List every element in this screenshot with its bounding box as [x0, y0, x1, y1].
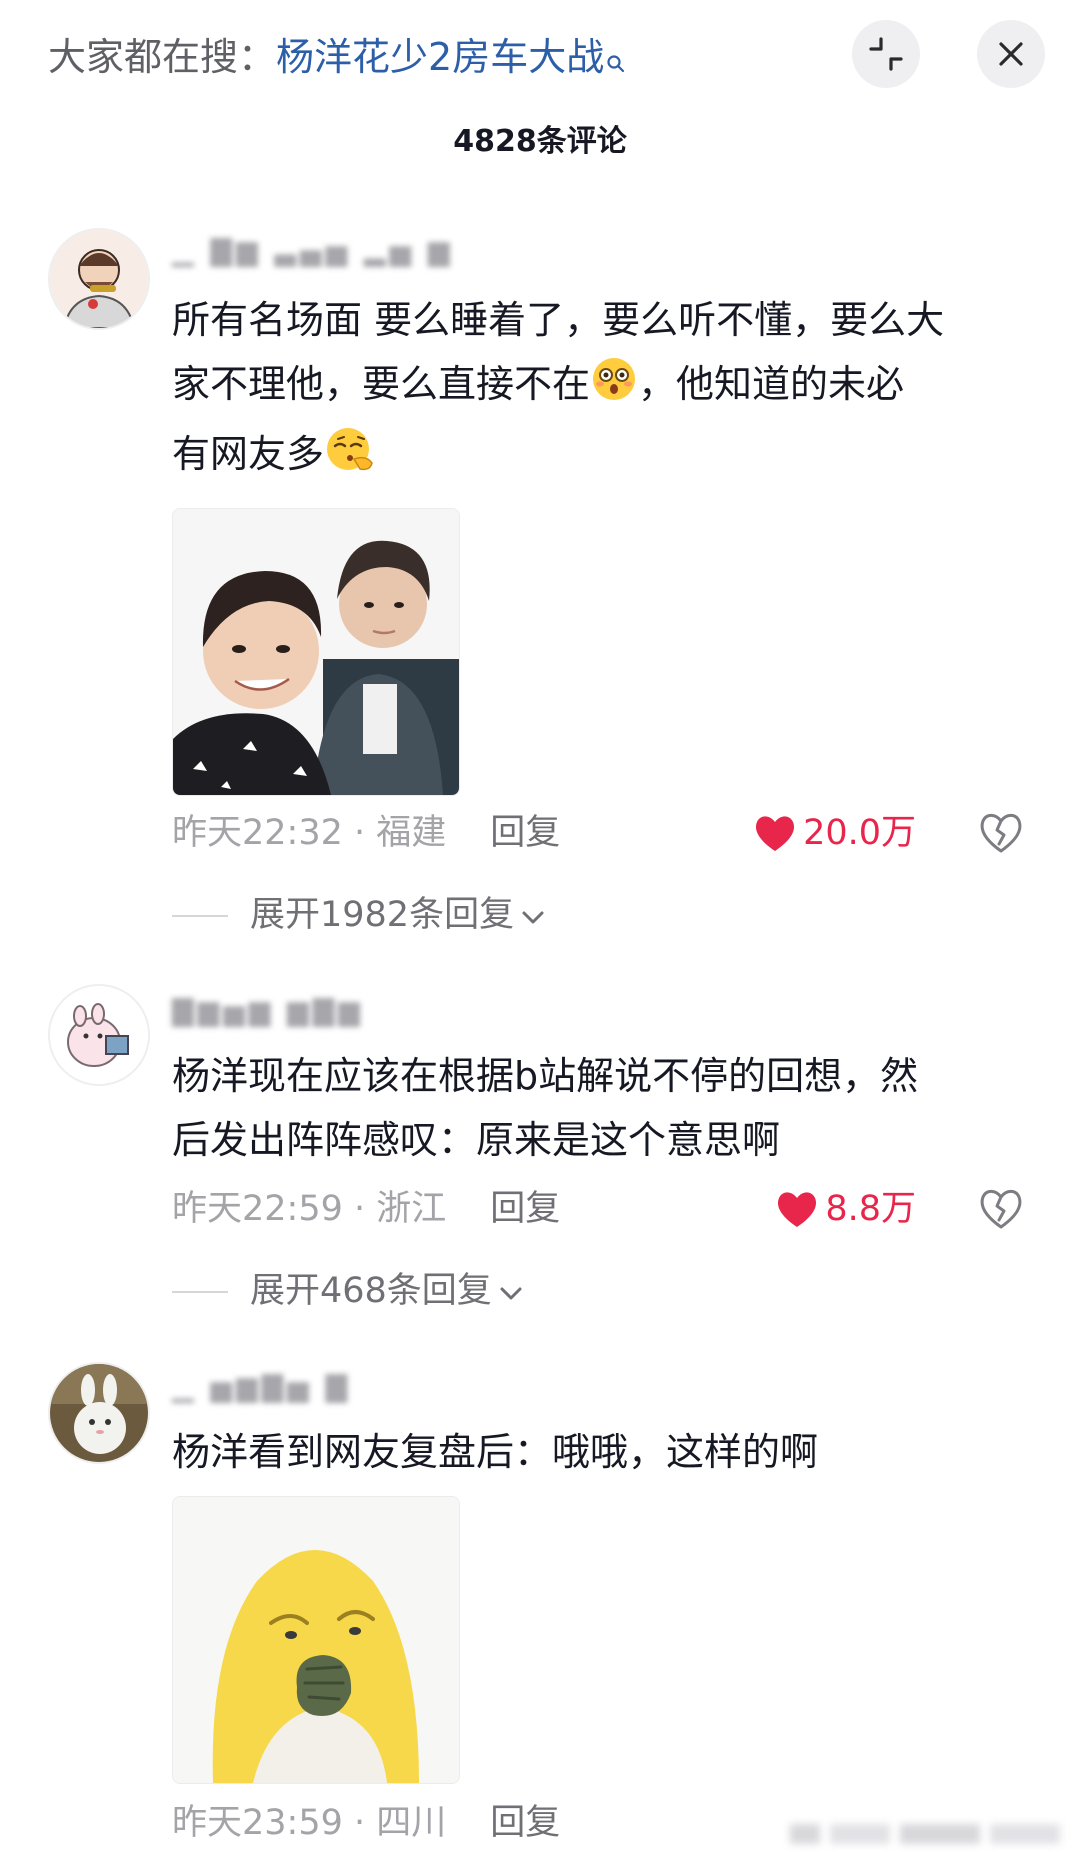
watermark — [780, 1818, 1070, 1848]
collapse-icon — [869, 37, 903, 71]
reply-button[interactable]: 回复 — [490, 1189, 560, 1229]
comment-meta: 昨天22:32 · 福建 回复 — [172, 813, 561, 853]
smirk-emoji-icon — [324, 425, 376, 492]
broken-heart-icon — [980, 813, 1022, 853]
username-blurred[interactable]: ▁ ▇▆ ▃▄▅ ▂▅ ▆ — [172, 234, 453, 267]
top-bar: 大家都在搜：杨洋花少2房车大战 — [0, 0, 1080, 120]
reply-button[interactable]: 回复 — [490, 1803, 560, 1843]
comment-text-line: 有网友多 — [172, 422, 1052, 492]
comment-count-title: 4828条评论 — [453, 124, 627, 159]
comment-time: 昨天23:59 — [172, 1803, 343, 1843]
comment-meta: 昨天22:59 · 浙江 回复 — [172, 1189, 561, 1229]
search-icon[interactable] — [606, 36, 626, 86]
close-icon — [999, 42, 1023, 66]
expand-replies[interactable]: 展开1982条回复 — [172, 892, 546, 939]
flushed-emoji-icon — [590, 355, 638, 422]
like-count: 8.8万 — [825, 1189, 916, 1229]
comment-text-line: 杨洋现在应该在根据b站解说不停的回想，然 — [172, 1054, 919, 1098]
comment-text: 杨洋看到网友复盘后：哦哦，这样的啊 — [172, 1420, 1052, 1484]
collapse-button[interactable] — [852, 20, 920, 88]
comment-text-fragment: ，他知道的未必 — [638, 362, 905, 406]
expand-replies-label[interactable]: 展开1982条回复 — [250, 895, 514, 935]
username-blurred[interactable]: ▁ ▅▆▇▅ ▇ — [172, 1370, 351, 1403]
like-count: 20.0万 — [803, 813, 916, 853]
comment-text-line: 后发出阵阵感叹：原来是这个意思啊 — [172, 1118, 781, 1162]
chevron-down-icon[interactable] — [498, 1269, 524, 1315]
comment-location: 四川 — [376, 1803, 447, 1843]
comment-image[interactable] — [172, 508, 460, 796]
username-blurred[interactable]: ▇▆▅▆ ▆▇▆ — [172, 994, 364, 1027]
comment-location: 浙江 — [376, 1189, 447, 1229]
heart-icon — [778, 1192, 817, 1227]
comment-text: 所有名场面 要么睡着了，要么听不懂，要么大 家不理他，要么直接不在 ，他知道的未必… — [172, 288, 1052, 492]
dislike-button[interactable] — [978, 810, 1024, 856]
avatar[interactable] — [48, 1362, 150, 1464]
comment-image[interactable] — [172, 1496, 460, 1784]
like-button[interactable]: 8.8万 — [748, 1186, 916, 1232]
chevron-down-icon[interactable] — [520, 893, 546, 939]
heart-icon — [756, 816, 795, 851]
expand-replies[interactable]: 展开468条回复 — [172, 1268, 524, 1315]
comment-text-line: 家不理他，要么直接不在 ，他知道的未必 — [172, 352, 1052, 422]
comment-text-fragment: 家不理他，要么直接不在 — [172, 362, 591, 406]
comment-location: 福建 — [376, 813, 447, 853]
broken-heart-icon — [980, 1189, 1022, 1229]
avatar[interactable] — [48, 984, 150, 1086]
avatar[interactable] — [48, 228, 150, 330]
comment-text: 杨洋现在应该在根据b站解说不停的回想，然 后发出阵阵感叹：原来是这个意思啊 — [172, 1044, 1052, 1172]
expand-replies-label[interactable]: 展开468条回复 — [250, 1271, 492, 1311]
comment-meta: 昨天23:59 · 四川 回复 — [172, 1803, 561, 1843]
reply-button[interactable]: 回复 — [490, 813, 560, 853]
comment-text-line: 杨洋看到网友复盘后：哦哦，这样的啊 — [172, 1430, 819, 1474]
like-button[interactable]: 20.0万 — [748, 810, 916, 856]
close-button[interactable] — [977, 20, 1045, 88]
divider — [172, 915, 228, 917]
dislike-button[interactable] — [978, 1186, 1024, 1232]
comment-time: 昨天22:59 — [172, 1189, 343, 1229]
search-suggestion-term[interactable]: 杨洋花少2房车大战 — [276, 35, 604, 79]
search-suggestion-prefix: 大家都在搜： — [48, 35, 277, 79]
comment-text-fragment: 有网友多 — [172, 432, 325, 476]
comment-text-line: 所有名场面 要么睡着了，要么听不懂，要么大 — [172, 298, 945, 342]
divider — [172, 1291, 228, 1293]
search-suggestion[interactable]: 大家都在搜：杨洋花少2房车大战 — [48, 32, 626, 86]
comment-time: 昨天22:32 — [172, 813, 343, 853]
